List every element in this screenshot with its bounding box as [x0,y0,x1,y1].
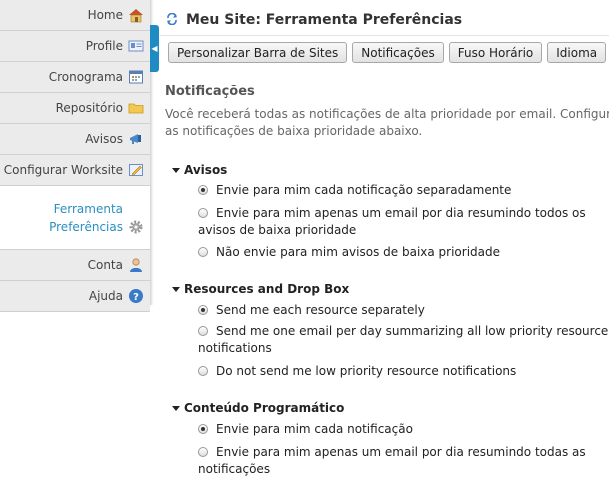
radio-label: Envie para mim apenas um email por dia r… [198,206,586,237]
expand-triangle-icon [172,286,180,292]
svg-text:?: ? [133,292,139,303]
page-title: Meu Site: Ferramenta Preferências [186,12,463,28]
radio-button[interactable] [198,326,208,336]
sidebar: Home Profile Cronograma Repositório Avis… [0,0,151,312]
radio-label: Send me each resource separately [216,303,425,317]
chevron-left-icon: ◀ [151,44,158,53]
sidebar-item-label: Ajuda [88,289,123,303]
radio-option[interactable]: Envie para mim apenas um email por dia r… [198,205,609,239]
section-title: Notificações [165,84,255,99]
sidebar-item-label: Ferramenta [53,201,123,216]
radio-button-selected[interactable] [198,305,208,315]
expand-triangle-icon [172,167,180,173]
megaphone-icon [128,131,144,147]
radio-option[interactable]: Do not send me low priority resource not… [198,363,609,380]
sidebar-item-home[interactable]: Home [0,0,150,31]
preference-tabs: Personalizar Barra de Sites Notificações… [168,42,607,63]
help-icon: ? [128,288,144,304]
sidebar-item-label: Home [87,8,123,22]
radio-option[interactable]: Envie para mim cada notificação [198,421,609,438]
group-header-resources[interactable]: Resources and Drop Box [172,282,349,296]
group-title: Resources and Drop Box [184,282,350,296]
radio-button[interactable] [198,447,208,457]
sidebar-item-label-group: Ferramenta Preferências [49,200,123,236]
radio-label: Send me one email per day summarizing al… [198,324,609,355]
group-title: Avisos [184,163,228,177]
radio-button[interactable] [198,208,208,218]
radio-label: Envie para mim cada notificação [216,422,413,436]
tab-personalizar-barra[interactable]: Personalizar Barra de Sites [168,42,348,63]
radio-option[interactable]: Send me each resource separately [198,302,609,319]
radio-button[interactable] [198,247,208,257]
gear-icon [128,219,144,235]
calendar-icon [128,69,144,85]
radio-option[interactable]: Envie para mim cada notificação separada… [198,182,609,199]
group-header-avisos[interactable]: Avisos [172,163,227,177]
collapse-sidebar-toggle[interactable]: ◀ [150,25,159,72]
group-title: Conteúdo Programático [184,401,345,415]
user-icon [128,257,144,273]
title-bar: Meu Site: Ferramenta Preferências [160,8,609,32]
radio-button-selected[interactable] [198,424,208,434]
sidebar-item-conta[interactable]: Conta [0,250,150,281]
sidebar-item-profile[interactable]: Profile [0,31,150,62]
radio-label: Envie para mim cada notificação separada… [216,183,512,197]
sidebar-item-label: Conta [87,258,123,272]
sidebar-item-configurar-worksite[interactable]: Configurar Worksite [0,155,150,186]
edit-site-icon [128,162,144,178]
sidebar-item-label: Cronograma [48,70,123,84]
divider [160,35,609,36]
expand-triangle-icon [172,405,180,411]
main-content: Meu Site: Ferramenta Preferências Person… [160,0,609,480]
tab-fuso-horario[interactable]: Fuso Horário [448,42,543,63]
sidebar-item-avisos[interactable]: Avisos [0,124,150,155]
profile-card-icon [128,38,144,54]
radio-option[interactable]: Envie para mim apenas um email por dia r… [198,444,609,478]
radio-label: Não envie para mim avisos de baixa prior… [216,245,501,259]
radio-button[interactable] [198,366,208,376]
tab-notificacoes[interactable]: Notificações [352,42,444,63]
sidebar-item-label: Configurar Worksite [3,163,123,177]
radio-option[interactable]: Send me one email per day summarizing al… [198,323,609,357]
group-header-conteudo[interactable]: Conteúdo Programático [172,401,344,415]
sidebar-item-label: Preferências [49,219,123,234]
radio-label: Do not send me low priority resource not… [216,364,517,378]
sidebar-item-label: Avisos [85,132,123,146]
home-icon [128,7,144,23]
sidebar-item-cronograma[interactable]: Cronograma [0,62,150,93]
sidebar-item-label: Repositório [55,101,123,115]
intro-text: Você receberá todas as notificações de a… [165,107,609,138]
sidebar-item-ferramenta-preferencias[interactable]: Ferramenta Preferências [0,186,150,250]
refresh-icon[interactable] [166,12,178,28]
sidebar-item-repositorio[interactable]: Repositório [0,93,150,124]
folder-icon [128,100,144,116]
radio-label: Envie para mim apenas um email por dia r… [198,445,586,476]
sidebar-item-label: Profile [85,39,123,53]
radio-option[interactable]: Não envie para mim avisos de baixa prior… [198,244,609,261]
radio-button-selected[interactable] [198,185,208,195]
sidebar-item-ajuda[interactable]: Ajuda ? [0,281,150,312]
tab-idioma[interactable]: Idioma [547,42,607,63]
